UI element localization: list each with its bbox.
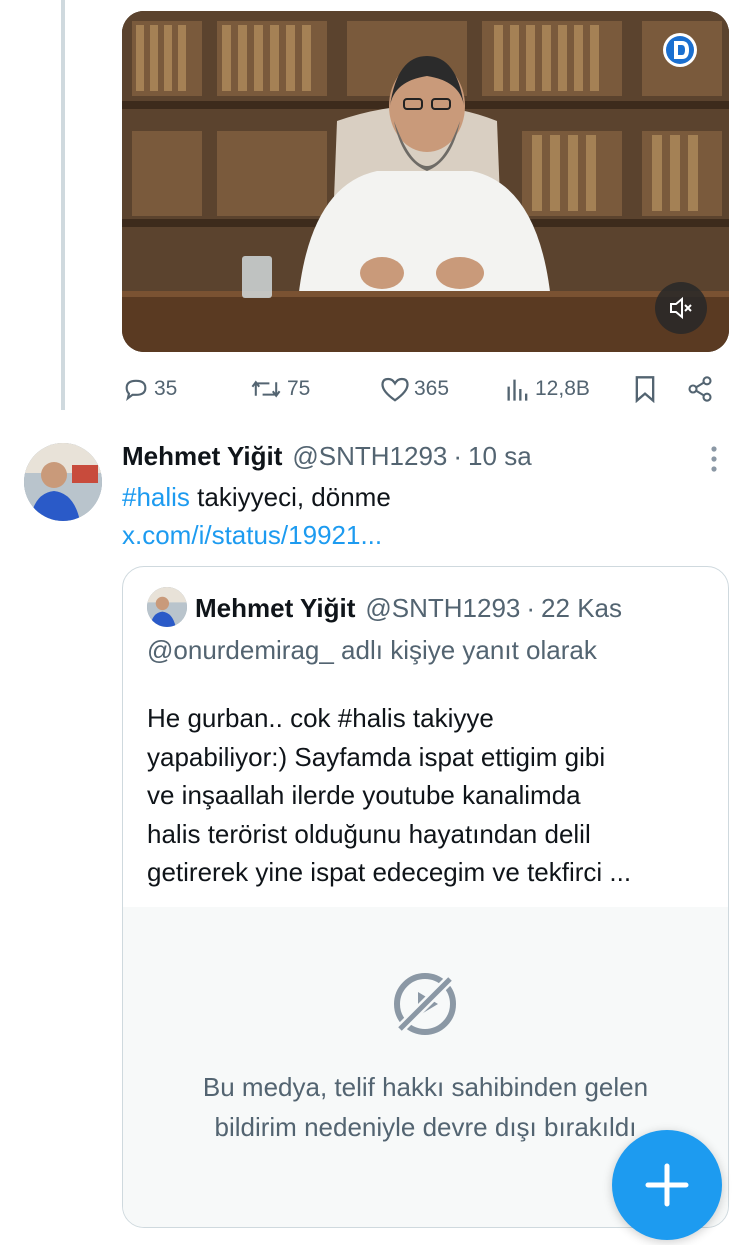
plus-icon: [645, 1163, 689, 1207]
like-button[interactable]: 365: [380, 368, 449, 410]
author-name[interactable]: Mehmet Yiğit: [122, 441, 282, 472]
quoted-tweet-card[interactable]: Mehmet Yiğit @SNTH1293 · 22 Kas @onurdem…: [122, 566, 729, 1228]
separator-dot: ·: [526, 592, 536, 623]
quoted-tweet-header: Mehmet Yiğit @SNTH1293 · 22 Kas: [195, 589, 622, 627]
status-link[interactable]: x.com/i/status/19921...: [122, 520, 382, 550]
retweet-button[interactable]: 75: [249, 368, 310, 410]
reply-tweet-text: #halis takiyyeci, dönme x.com/i/status/1…: [122, 478, 712, 554]
share-icon: [688, 376, 712, 402]
quoted-avatar: [147, 587, 187, 627]
media-disabled-line: Bu medya, telif hakkı sahibinden gelen: [202, 1072, 649, 1102]
quoted-tweet-text: He gurban.. cok #halis takiyye yapabiliy…: [147, 699, 717, 892]
thread-connector-line: [61, 0, 65, 410]
views-button[interactable]: 12,8B: [505, 368, 590, 410]
quoted-author-handle: @SNTH1293: [365, 592, 521, 623]
quoted-author-name: Mehmet Yiğit: [195, 592, 356, 623]
like-count: 365: [414, 377, 450, 400]
share-button[interactable]: [686, 368, 714, 410]
tweet-video[interactable]: [122, 11, 729, 352]
bookmark-icon: [635, 376, 655, 403]
separator-dot: ·: [453, 440, 463, 471]
tweet-actions-bar: 35 75 365 12,8B: [122, 368, 722, 410]
channel-logo-icon: [661, 31, 699, 69]
avatar-photo: [24, 443, 102, 521]
avatar[interactable]: [24, 443, 102, 521]
quoted-text-line: halis terörist olduğunu hayatından delil: [147, 818, 591, 849]
heart-icon: [381, 377, 409, 402]
hashtag-link[interactable]: #halis: [122, 482, 190, 512]
speaker-muted-icon: [670, 296, 692, 320]
video-frame: [122, 11, 729, 352]
more-options-button[interactable]: [700, 444, 728, 474]
author-handle[interactable]: @SNTH1293: [292, 441, 447, 472]
replying-to-label: @onurdemirag_ adlı kişiye yanıt olarak: [147, 635, 597, 665]
quoted-tweet-date: 22 Kas: [541, 592, 622, 623]
reply-count: 35: [154, 377, 178, 400]
views-icon: [507, 379, 528, 401]
tweet-time[interactable]: 10 sa: [468, 441, 532, 472]
quoted-text-line: getirerek yine ispat edecegim ve tekfirc…: [147, 857, 632, 887]
bookmark-button[interactable]: [632, 368, 658, 410]
more-vertical-icon: [711, 446, 717, 472]
reply-icon: [125, 379, 147, 401]
tweet-text: takiyyeci, dönme: [189, 482, 391, 512]
quoted-text-line: yapabiliyor:) Sayfamda ispat ettigim gib…: [147, 741, 606, 772]
reply-button[interactable]: 35: [122, 368, 177, 410]
quoted-text-line: He gurban.. cok #halis takiyye: [147, 703, 494, 733]
compose-tweet-button[interactable]: [612, 1130, 722, 1240]
views-count: 12,8B: [535, 377, 590, 400]
mute-toggle-button[interactable]: [655, 282, 707, 334]
quoted-text-line: ve inşaallah ilerde youtube kanalimda: [147, 780, 581, 810]
media-disabled-icon: [388, 967, 462, 1046]
retweet-count: 75: [287, 377, 311, 400]
reply-tweet-header: Mehmet Yiğit @SNTH1293 · 10 sa: [122, 438, 532, 474]
retweet-icon: [251, 380, 281, 398]
